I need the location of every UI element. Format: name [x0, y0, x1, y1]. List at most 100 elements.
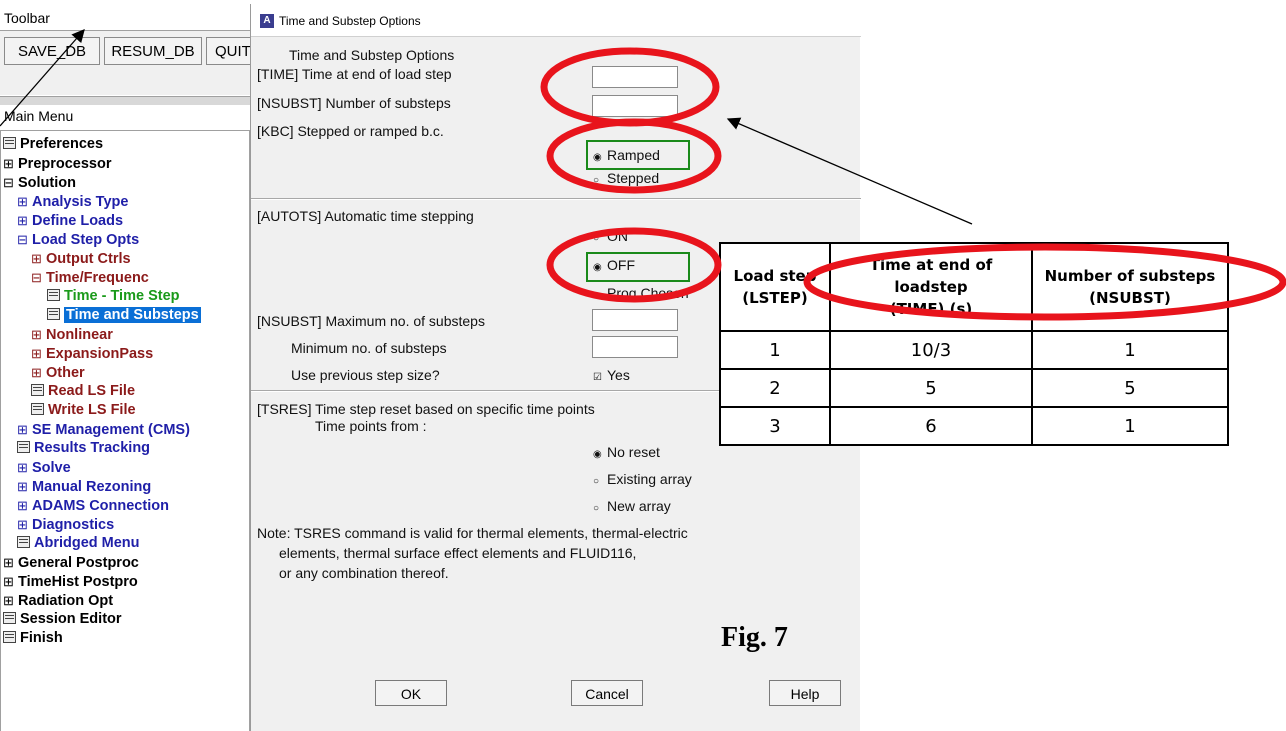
main-menu-title: Main Menu: [4, 108, 74, 124]
toolbar-title: Toolbar: [4, 10, 50, 26]
radio-selected-icon: ◉: [593, 262, 602, 273]
dialog-header: Time and Substep Options: [289, 47, 455, 63]
expand-icon: ⊞: [31, 251, 42, 266]
resume-db-button[interactable]: RESUM_DB: [104, 37, 202, 65]
ok-button[interactable]: OK: [375, 680, 447, 706]
expand-icon: ⊞: [17, 460, 28, 475]
expand-icon: ⊞: [17, 194, 28, 209]
min-substeps-input[interactable]: [592, 336, 678, 358]
nsubst-input[interactable]: [592, 95, 678, 117]
tsres-no-reset-radio[interactable]: ◉ No reset: [593, 444, 660, 460]
toolbar-splitter[interactable]: [0, 96, 250, 105]
autots-on-radio[interactable]: ○ ON: [593, 228, 628, 244]
time-label: [TIME] Time at end of load step: [257, 66, 452, 82]
menu-item-output-ctrls[interactable]: ⊞ Output Ctrls: [31, 249, 131, 269]
dialog-window-title: Time and Substep Options: [279, 14, 421, 28]
checkbox-checked-icon: ☑: [593, 372, 602, 383]
menu-page-icon: [17, 536, 30, 548]
expand-icon: ⊞: [31, 327, 42, 342]
menu-page-icon: [3, 612, 16, 624]
menu-item-other[interactable]: ⊞ Other: [31, 363, 85, 383]
prev-step-checkbox[interactable]: ☑ Yes: [593, 367, 630, 383]
menu-item-solution[interactable]: ⊟ Solution: [3, 173, 76, 193]
menu-item-analysis-type[interactable]: ⊞ Analysis Type: [17, 192, 128, 212]
menu-item-results-tracking[interactable]: Results Tracking: [17, 439, 150, 458]
note-line-2: elements, thermal surface effect element…: [279, 545, 637, 561]
menu-item-preferences[interactable]: Preferences: [3, 135, 103, 154]
kbc-ramped-radio[interactable]: ◉ Ramped: [593, 147, 660, 163]
note-line-3: or any combination thereof.: [279, 565, 449, 581]
menu-item-se-management[interactable]: ⊞ SE Management (CMS): [17, 420, 190, 440]
menu-page-icon: [47, 308, 60, 320]
table-cell: 2: [719, 368, 831, 408]
menu-page-icon: [47, 289, 60, 301]
tsres-new-array-radio[interactable]: ○ New array: [593, 498, 671, 514]
menu-item-adams-connection[interactable]: ⊞ ADAMS Connection: [17, 496, 169, 516]
menu-item-preprocessor[interactable]: ⊞ Preprocessor: [3, 154, 112, 174]
table-cell: 5: [829, 368, 1033, 408]
figure-caption: Fig. 7: [721, 622, 788, 653]
table-header-lstep: Load step (LSTEP): [719, 242, 831, 332]
menu-item-finish[interactable]: Finish: [3, 629, 63, 648]
toolbar-body: SAVE_DB RESUM_DB QUIT: [0, 31, 256, 95]
dialog-titlebar[interactable]: A Time and Substep Options: [251, 4, 861, 37]
min-substeps-label: Minimum no. of substeps: [291, 340, 447, 356]
menu-item-timehist-postpro[interactable]: ⊞ TimeHist Postpro: [3, 572, 138, 592]
menu-item-diagnostics[interactable]: ⊞ Diagnostics: [17, 515, 114, 535]
tsres-existing-array-radio[interactable]: ○ Existing array: [593, 471, 692, 487]
max-substeps-input[interactable]: [592, 309, 678, 331]
menu-item-time-and-substeps[interactable]: Time and Substeps: [47, 306, 201, 325]
menu-item-solve[interactable]: ⊞ Solve: [17, 458, 71, 478]
menu-item-general-postproc[interactable]: ⊞ General Postproc: [3, 553, 139, 573]
collapse-icon: ⊟: [31, 270, 42, 285]
menu-page-icon: [3, 137, 16, 149]
radio-selected-icon: ◉: [593, 449, 602, 460]
cancel-button[interactable]: Cancel: [571, 680, 643, 706]
load-step-table: Load step (LSTEP) Time at end of loadstep…: [719, 242, 1229, 446]
table-cell: 5: [1031, 368, 1229, 408]
table-header-time: Time at end of loadstep (TIME) (s): [829, 242, 1033, 332]
radio-empty-icon: ○: [593, 476, 600, 487]
autots-prog-chosen-radio[interactable]: ○ Prog Chosen: [593, 285, 689, 301]
expand-icon: ⊞: [17, 422, 28, 437]
expand-icon: ⊞: [17, 498, 28, 513]
menu-item-abridged-menu[interactable]: Abridged Menu: [17, 534, 140, 553]
menu-item-nonlinear[interactable]: ⊞ Nonlinear: [31, 325, 113, 345]
menu-page-icon: [17, 441, 30, 453]
table-row: 3 6 1: [719, 406, 1229, 446]
tsres-label: [TSRES] Time step reset based on specifi…: [257, 401, 595, 417]
kbc-stepped-radio[interactable]: ○ Stepped: [593, 170, 659, 186]
prev-step-label: Use previous step size?: [291, 367, 440, 383]
menu-item-define-loads[interactable]: ⊞ Define Loads: [17, 211, 123, 231]
table-row: 1 10/3 1: [719, 330, 1229, 370]
menu-item-write-ls-file[interactable]: Write LS File: [31, 401, 136, 420]
quit-button[interactable]: QUIT: [206, 37, 256, 65]
dialog-divider: [251, 198, 861, 200]
menu-page-icon: [31, 403, 44, 415]
table-cell: 1: [719, 330, 831, 370]
expand-icon: ⊞: [17, 479, 28, 494]
expand-icon: ⊞: [3, 574, 14, 589]
table-header-nsubst: Number of substeps (NSUBST): [1031, 242, 1229, 332]
menu-item-manual-rezoning[interactable]: ⊞ Manual Rezoning: [17, 477, 151, 497]
expand-icon: ⊞: [31, 365, 42, 380]
save-db-button[interactable]: SAVE_DB: [4, 37, 100, 65]
menu-item-time-time-step[interactable]: Time - Time Step: [47, 287, 180, 306]
menu-item-radiation-opt[interactable]: ⊞ Radiation Opt: [3, 591, 113, 611]
expand-icon: ⊞: [3, 593, 14, 608]
kbc-label: [KBC] Stepped or ramped b.c.: [257, 123, 444, 139]
radio-empty-icon: ○: [593, 175, 600, 186]
menu-item-read-ls-file[interactable]: Read LS File: [31, 382, 135, 401]
table-cell: 1: [1031, 330, 1229, 370]
menu-item-expansionpass[interactable]: ⊞ ExpansionPass: [31, 344, 153, 364]
menu-item-load-step-opts[interactable]: ⊟ Load Step Opts: [17, 230, 139, 250]
autots-off-radio[interactable]: ◉ OFF: [593, 257, 635, 273]
expand-icon: ⊞: [3, 156, 14, 171]
menu-page-icon: [3, 631, 16, 643]
time-input[interactable]: [592, 66, 678, 88]
menu-item-time-frequenc[interactable]: ⊟ Time/Frequenc: [31, 268, 149, 288]
menu-item-session-editor[interactable]: Session Editor: [3, 610, 122, 629]
radio-empty-icon: ○: [593, 290, 600, 301]
autots-label: [AUTOTS] Automatic time stepping: [257, 208, 474, 224]
help-button[interactable]: Help: [769, 680, 841, 706]
